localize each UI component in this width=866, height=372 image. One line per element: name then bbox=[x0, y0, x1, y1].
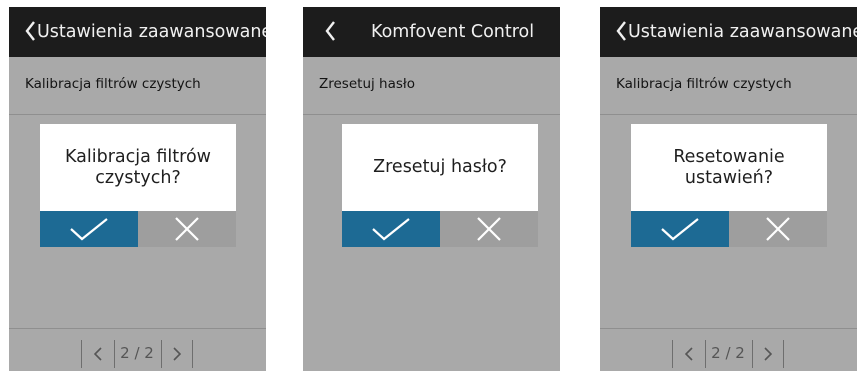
chevron-left-icon[interactable] bbox=[616, 20, 627, 42]
dialog-message: Zresetuj hasło? bbox=[373, 157, 507, 177]
divider bbox=[752, 340, 753, 368]
dialog-message: Kalibracja filtrów czystych? bbox=[65, 146, 211, 188]
menu-item-filter-calibration[interactable]: Kalibracja filtrów czystych bbox=[9, 57, 266, 115]
footer: 2 / 2 bbox=[600, 328, 857, 371]
divider bbox=[161, 340, 162, 368]
cancel-button[interactable] bbox=[138, 211, 236, 247]
confirm-dialog: Kalibracja filtrów czystych? bbox=[40, 124, 236, 247]
footer: 2 / 2 bbox=[9, 328, 266, 371]
dialog-message: Resetowanie ustawień? bbox=[673, 146, 785, 188]
screen-advanced-settings-reset: Ustawienia zaawansowane Kalibracja filtr… bbox=[600, 7, 857, 371]
pagination: 2 / 2 bbox=[81, 340, 193, 368]
dialog-body: Zresetuj hasło? bbox=[342, 124, 538, 211]
divider bbox=[192, 340, 193, 368]
chevron-left-icon[interactable] bbox=[25, 20, 36, 42]
chevron-right-icon[interactable] bbox=[764, 347, 772, 361]
menu-item-label: Kalibracja filtrów czystych bbox=[616, 76, 792, 92]
header-title: Ustawienia zaawansowane bbox=[628, 22, 857, 42]
close-icon bbox=[175, 217, 199, 241]
chevron-right-icon[interactable] bbox=[173, 347, 181, 361]
dialog-buttons bbox=[40, 211, 236, 247]
dialog-body: Kalibracja filtrów czystych? bbox=[40, 124, 236, 211]
confirm-button[interactable] bbox=[342, 211, 440, 247]
dialog-body: Resetowanie ustawień? bbox=[631, 124, 827, 211]
cancel-button[interactable] bbox=[729, 211, 827, 247]
dialog-buttons bbox=[342, 211, 538, 247]
confirm-dialog: Zresetuj hasło? bbox=[342, 124, 538, 247]
header-title: Ustawienia zaawansowane bbox=[37, 22, 266, 42]
header: Komfovent Control bbox=[303, 7, 560, 57]
confirm-button[interactable] bbox=[40, 211, 138, 247]
check-icon bbox=[661, 218, 699, 241]
menu-item-filter-calibration[interactable]: Kalibracja filtrów czystych bbox=[600, 57, 857, 115]
screen-komfovent-control-password-reset: Komfovent Control Zresetuj hasło Zresetu… bbox=[303, 7, 560, 371]
dialog-buttons bbox=[631, 211, 827, 247]
divider bbox=[783, 340, 784, 368]
screen-advanced-settings-filter-calibration: Ustawienia zaawansowane Kalibracja filtr… bbox=[9, 7, 266, 371]
page-indicator: 2 / 2 bbox=[711, 344, 745, 362]
cancel-button[interactable] bbox=[440, 211, 538, 247]
header: Ustawienia zaawansowane bbox=[600, 7, 857, 57]
divider bbox=[705, 340, 706, 368]
close-icon bbox=[766, 217, 790, 241]
confirm-dialog: Resetowanie ustawień? bbox=[631, 124, 827, 247]
check-icon bbox=[372, 218, 410, 241]
divider bbox=[81, 340, 82, 368]
chevron-left-icon[interactable] bbox=[685, 347, 693, 361]
divider bbox=[672, 340, 673, 368]
page-indicator: 2 / 2 bbox=[120, 344, 154, 362]
divider bbox=[114, 340, 115, 368]
menu-item-label: Zresetuj hasło bbox=[319, 76, 415, 92]
confirm-button[interactable] bbox=[631, 211, 729, 247]
header-title: Komfovent Control bbox=[371, 22, 535, 42]
menu-item-reset-password[interactable]: Zresetuj hasło bbox=[303, 57, 560, 115]
menu-item-label: Kalibracja filtrów czystych bbox=[25, 76, 201, 92]
chevron-left-icon[interactable] bbox=[94, 347, 102, 361]
check-icon bbox=[70, 218, 108, 241]
close-icon bbox=[477, 217, 501, 241]
chevron-left-icon[interactable] bbox=[325, 20, 336, 42]
pagination: 2 / 2 bbox=[672, 340, 784, 368]
header: Ustawienia zaawansowane bbox=[9, 7, 266, 57]
